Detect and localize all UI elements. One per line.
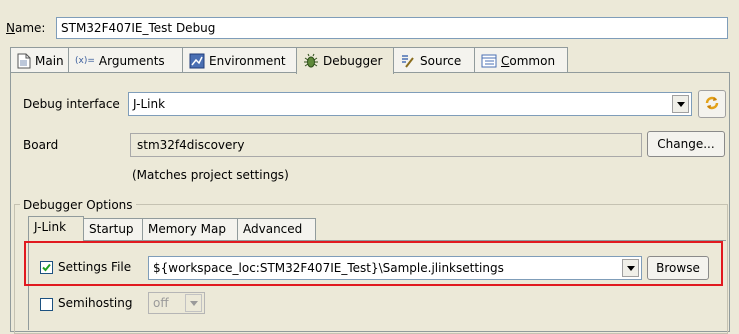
debug-interface-label: Debug interface bbox=[23, 97, 120, 111]
tab-source[interactable]: Source bbox=[393, 47, 475, 73]
semihosting-label: Semihosting bbox=[58, 296, 133, 310]
tab-common[interactable]: Common bbox=[474, 47, 568, 73]
tab-source-label: Source bbox=[420, 53, 462, 68]
tab-debugger[interactable]: Debugger bbox=[296, 47, 394, 74]
tab-environment[interactable]: Environment bbox=[182, 47, 297, 73]
board-field: stm32f4discovery bbox=[130, 133, 642, 157]
common-icon bbox=[481, 53, 497, 69]
tab-main[interactable]: Main bbox=[10, 47, 69, 73]
name-field[interactable]: STM32F407IE_Test Debug bbox=[56, 17, 728, 39]
document-icon bbox=[17, 53, 31, 69]
board-label: Board bbox=[23, 138, 59, 152]
debug-interface-value: J-Link bbox=[133, 97, 166, 111]
semihosting-checkbox[interactable] bbox=[40, 298, 53, 311]
tab-startup[interactable]: Startup bbox=[83, 218, 143, 240]
change-button[interactable]: Change... bbox=[647, 131, 725, 157]
tab-memory-map[interactable]: Memory Map bbox=[142, 218, 238, 240]
tab-jlink[interactable]: J-Link bbox=[28, 216, 84, 241]
refresh-button[interactable] bbox=[698, 90, 726, 118]
semihosting-select[interactable]: off bbox=[148, 292, 205, 314]
matches-note: (Matches project settings) bbox=[132, 168, 289, 182]
semihosting-value: off bbox=[153, 296, 169, 310]
tab-arguments-label: Arguments bbox=[98, 53, 165, 68]
tab-advanced[interactable]: Advanced bbox=[237, 218, 316, 240]
debugger-icon bbox=[303, 53, 319, 69]
tab-arguments[interactable]: (x)= Arguments bbox=[68, 47, 183, 73]
tab-common-label: Common bbox=[501, 53, 556, 68]
environment-icon bbox=[189, 53, 205, 69]
tab-main-label: Main bbox=[35, 53, 64, 68]
arguments-icon: (x)= bbox=[75, 55, 95, 66]
chevron-down-icon bbox=[185, 294, 202, 312]
launch-config-tabs: Main (x)= Arguments Environment Debugger… bbox=[10, 47, 570, 74]
debugger-options-title: Debugger Options bbox=[20, 197, 136, 213]
tab-environment-label: Environment bbox=[209, 53, 286, 68]
chevron-down-icon[interactable] bbox=[672, 95, 689, 113]
tab-debugger-label: Debugger bbox=[323, 54, 383, 68]
name-label: Name: bbox=[6, 21, 46, 35]
refresh-icon bbox=[703, 94, 721, 115]
debug-interface-select[interactable]: J-Link bbox=[128, 92, 692, 116]
highlight-box bbox=[24, 241, 723, 286]
source-icon bbox=[400, 53, 416, 69]
